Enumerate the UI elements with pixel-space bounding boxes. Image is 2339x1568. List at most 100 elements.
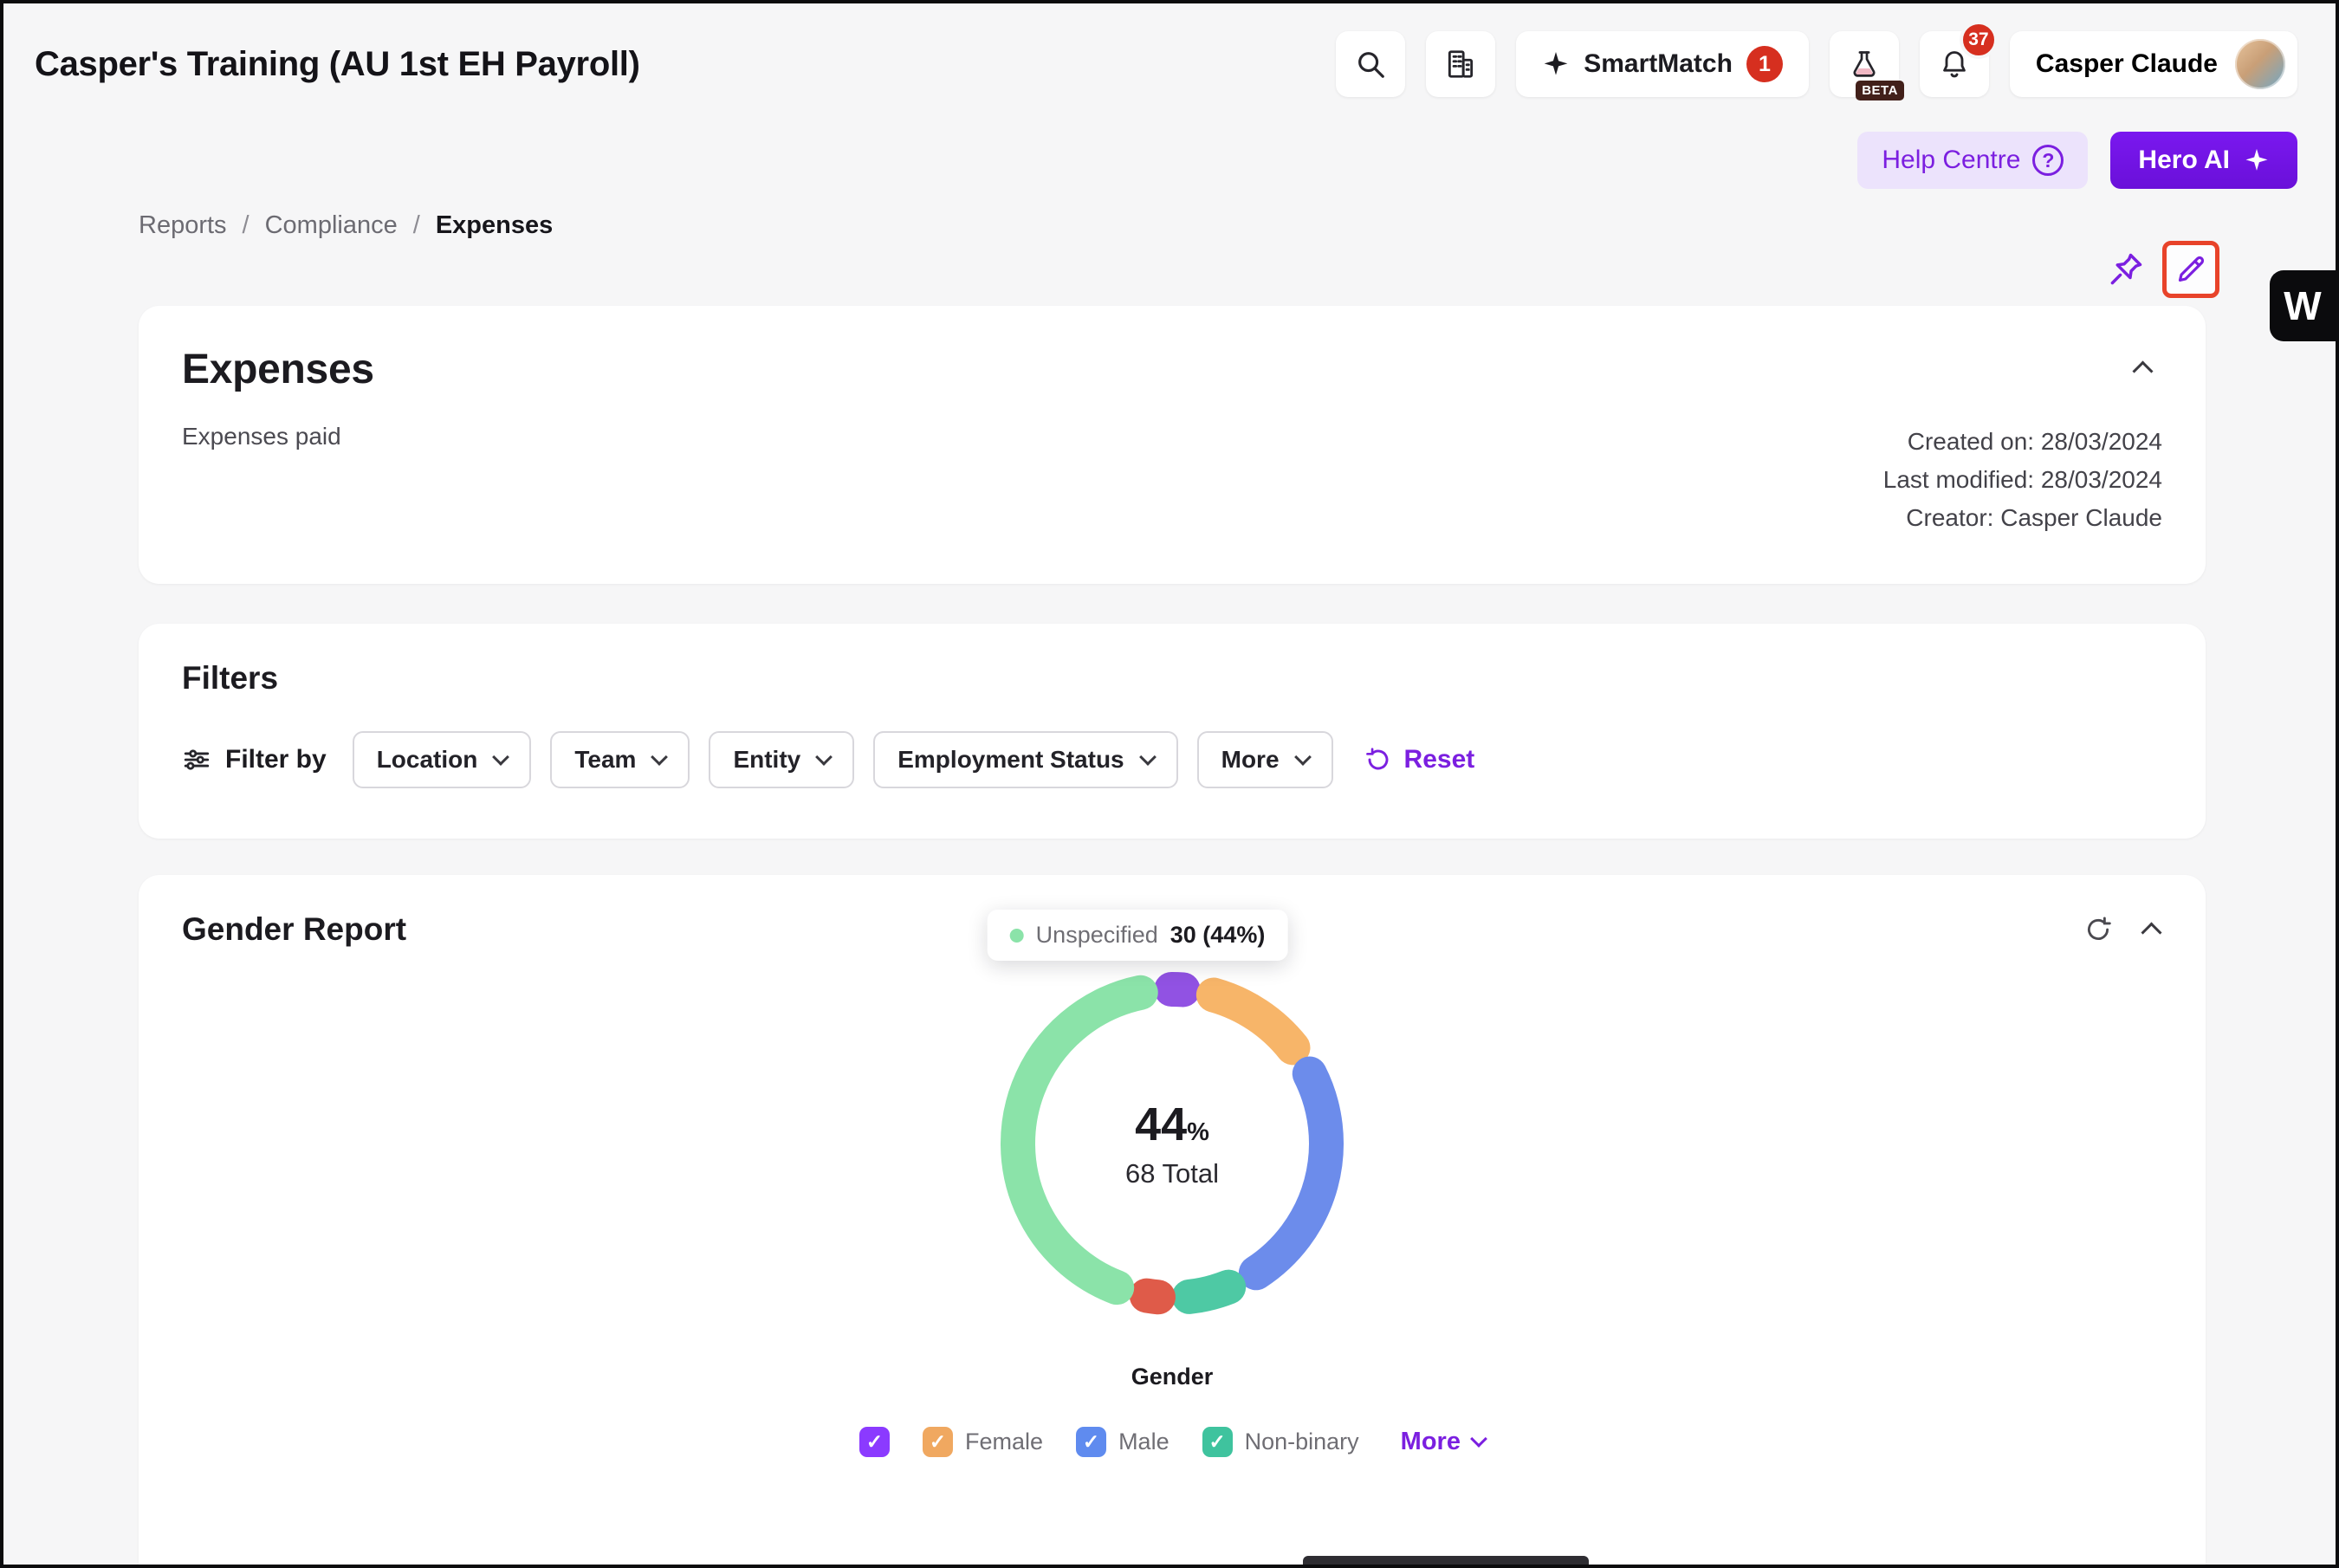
legend-more-label: More (1401, 1428, 1461, 1456)
smartmatch-label: SmartMatch (1584, 49, 1733, 79)
hero-ai-button[interactable]: Hero AI (2110, 132, 2297, 189)
smartmatch-badge: 1 (1746, 46, 1783, 82)
pencil-icon (2174, 252, 2208, 287)
refresh-icon (2083, 915, 2113, 944)
topbar-actions: SmartMatch 1 BETA 37 Casper Claude (1336, 31, 2297, 97)
tooltip-label: Unspecified (1036, 922, 1158, 949)
pin-button[interactable] (2107, 250, 2145, 288)
chevron-up-icon (2141, 922, 2161, 943)
breadcrumb-item-compliance[interactable]: Compliance (265, 211, 398, 240)
legend-label: Male (1118, 1429, 1170, 1455)
donut-chart[interactable]: 44% 68 Total (990, 962, 1354, 1325)
header-actions-row: Help Centre ? Hero AI (3, 132, 2336, 189)
chart-tooltip: Unspecified 30 (44%) (988, 910, 1288, 961)
filter-dropdown-label: Team (574, 746, 636, 774)
edit-button[interactable] (2162, 241, 2219, 298)
chart-axis-label: Gender (1131, 1364, 1214, 1390)
topbar: Casper's Training (AU 1st EH Payroll) Sm… (3, 3, 2336, 125)
filter-dropdown-label: More (1221, 746, 1280, 774)
pin-icon (2107, 250, 2145, 288)
notifications-button[interactable]: 37 (1920, 31, 1989, 97)
center-percent-value: 44 (1135, 1098, 1187, 1151)
center-percent-unit: % (1187, 1118, 1209, 1147)
report-meta: Created on: 28/03/2024 Last modified: 28… (1883, 423, 2162, 537)
filter-dropdown-more[interactable]: More (1197, 731, 1333, 788)
filter-dropdown-label: Employment Status (897, 746, 1124, 774)
filter-dropdowns: Location Team Entity Employment Status More (353, 731, 1333, 788)
breadcrumb-separator: / (413, 211, 420, 240)
legend-item-female: ✓ Female (923, 1427, 1043, 1457)
partial-next-element (1303, 1556, 1589, 1565)
expenses-card-title: Expenses (182, 346, 374, 393)
reset-filters-button[interactable]: Reset (1364, 745, 1475, 774)
last-modified: Last modified: 28/03/2024 (1883, 461, 2162, 499)
filter-dropdown-entity[interactable]: Entity (709, 731, 854, 788)
smartmatch-button[interactable]: SmartMatch 1 (1516, 31, 1809, 97)
donut-center: 44% 68 Total (990, 962, 1354, 1325)
legend-checkbox-checked[interactable]: ✓ (1076, 1427, 1106, 1457)
filter-by: Filter by (182, 745, 327, 774)
filter-by-label: Filter by (225, 745, 327, 774)
sparkle-icon (2244, 147, 2270, 173)
reset-icon (1364, 746, 1392, 774)
side-widget-logo: W (2284, 282, 2321, 329)
avatar (2235, 39, 2285, 89)
collapse-expenses-button[interactable] (2123, 346, 2162, 393)
page-title: Casper's Training (AU 1st EH Payroll) (35, 45, 640, 84)
breadcrumb-separator: / (243, 211, 249, 240)
hero-ai-label: Hero AI (2138, 146, 2230, 175)
search-icon (1354, 48, 1387, 81)
filter-dropdown-location[interactable]: Location (353, 731, 532, 788)
filter-dropdown-employment-status[interactable]: Employment Status (873, 731, 1177, 788)
legend-label: Non-binary (1245, 1429, 1359, 1455)
chevron-down-icon (1470, 1430, 1487, 1448)
expenses-card: Expenses Expenses paid Created on: 28/03… (139, 306, 2206, 584)
collapse-gender-button[interactable] (2141, 916, 2162, 943)
filters-card: Filters Filter by Location Team Entity Empl… (139, 624, 2206, 839)
chevron-down-icon (1294, 748, 1312, 766)
breadcrumb: Reports/Compliance/Expenses (139, 211, 2336, 240)
chevron-up-icon (2132, 360, 2153, 381)
chevron-down-icon (651, 748, 669, 766)
legend-checkbox-checked[interactable]: ✓ (859, 1427, 890, 1457)
breadcrumb-item-reports[interactable]: Reports (139, 211, 227, 240)
app-window: Casper's Training (AU 1st EH Payroll) Sm… (0, 0, 2339, 1568)
filter-dropdown-team[interactable]: Team (550, 731, 690, 788)
tooltip-value: 30 (44%) (1170, 922, 1266, 949)
help-centre-button[interactable]: Help Centre ? (1857, 132, 2088, 189)
notifications-badge: 37 (1960, 21, 1998, 59)
legend-label: Female (965, 1429, 1043, 1455)
user-menu-button[interactable]: Casper Claude (2010, 31, 2297, 97)
help-centre-label: Help Centre (1882, 146, 2020, 175)
sparkle-icon (1542, 50, 1570, 78)
creator: Creator: Casper Claude (1883, 499, 2162, 537)
filters-card-title: Filters (182, 660, 2162, 697)
chevron-down-icon (492, 748, 509, 766)
refresh-chart-button[interactable] (2080, 911, 2116, 948)
reset-label: Reset (1404, 745, 1475, 774)
legend-item-unlabeled: ✓ (859, 1427, 890, 1457)
question-circle-icon: ? (2032, 145, 2064, 176)
expenses-description: Expenses paid (182, 423, 341, 537)
tooltip-dot (1010, 929, 1024, 943)
chevron-down-icon (1139, 748, 1157, 766)
legend-item-non-binary: ✓ Non-binary (1202, 1427, 1359, 1457)
organisation-button[interactable] (1426, 31, 1495, 97)
center-total: 68 Total (1125, 1158, 1219, 1189)
side-widget-tab[interactable]: W (2270, 270, 2336, 341)
user-name: Casper Claude (2036, 49, 2218, 79)
legend-more-button[interactable]: More (1401, 1428, 1485, 1456)
filter-dropdown-label: Entity (733, 746, 800, 774)
gender-chart: 44% 68 Total Gender ✓ ✓ Female ✓ Male ✓ Non-bi… (182, 962, 2162, 1457)
gender-report-title: Gender Report (182, 911, 406, 948)
chevron-down-icon (815, 748, 833, 766)
filter-dropdown-label: Location (377, 746, 478, 774)
labs-button[interactable]: BETA (1830, 31, 1899, 97)
legend-checkbox-checked[interactable]: ✓ (923, 1427, 953, 1457)
legend-item-male: ✓ Male (1076, 1427, 1170, 1457)
gender-legend: ✓ ✓ Female ✓ Male ✓ Non-binary More (859, 1427, 1485, 1457)
gender-report-card: Gender Report Unspecified 30 (44%) (139, 875, 2206, 1568)
search-button[interactable] (1336, 31, 1405, 97)
sliders-icon (182, 745, 211, 774)
legend-checkbox-checked[interactable]: ✓ (1202, 1427, 1233, 1457)
